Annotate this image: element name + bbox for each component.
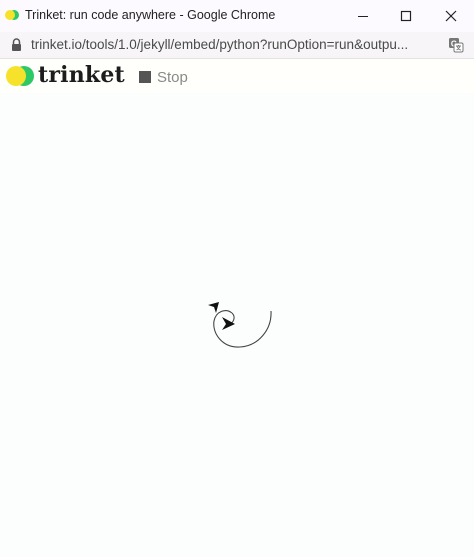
window-title: Trinket: run code anywhere - Google Chro… bbox=[25, 8, 276, 22]
stop-icon bbox=[139, 71, 151, 83]
turtle-drawing bbox=[208, 302, 272, 348]
window-titlebar: Trinket: run code anywhere - Google Chro… bbox=[0, 0, 474, 32]
turtle-arrow-icon bbox=[222, 317, 235, 330]
spiral-path bbox=[213, 310, 272, 348]
lock-icon[interactable] bbox=[11, 38, 22, 51]
maximize-icon bbox=[400, 10, 412, 22]
trinket-favicon-icon bbox=[5, 10, 19, 20]
maximize-button[interactable] bbox=[384, 0, 428, 32]
start-marker-icon bbox=[208, 302, 219, 313]
translate-icon[interactable]: G bbox=[448, 37, 464, 53]
stop-button[interactable]: Stop bbox=[139, 68, 188, 86]
close-button[interactable] bbox=[429, 0, 473, 32]
minimize-icon bbox=[358, 16, 368, 17]
url-text[interactable]: trinket.io/tools/1.0/jekyll/embed/python… bbox=[31, 37, 441, 52]
minimize-button[interactable] bbox=[341, 0, 385, 32]
stop-label: Stop bbox=[157, 68, 188, 86]
trinket-logo-text[interactable]: trinket bbox=[38, 62, 125, 88]
close-icon bbox=[445, 10, 457, 22]
trinket-logo-icon bbox=[6, 66, 34, 86]
turtle-canvas bbox=[0, 93, 474, 557]
